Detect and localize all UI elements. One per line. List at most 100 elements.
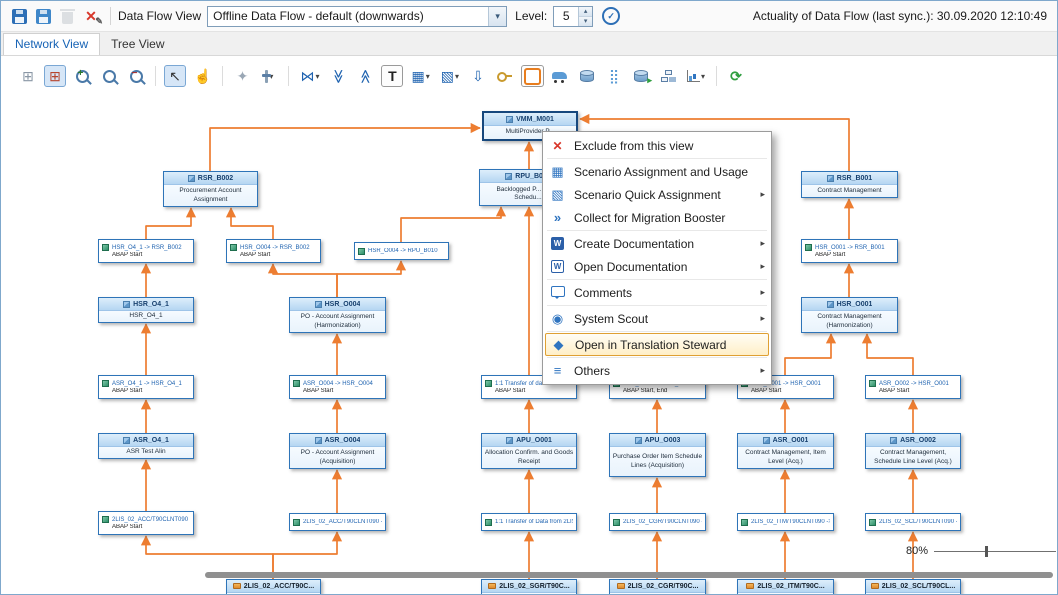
go-to-node-button[interactable]: ⋈▾: [297, 65, 322, 87]
flow-canvas[interactable]: VMM_M001MultiProvider P...RSR_B002Procur…: [1, 96, 1057, 595]
menu-item-label: System Scout: [574, 312, 754, 326]
menu-item-scenario-assignment[interactable]: ▦Scenario Assignment and Usage: [545, 160, 769, 183]
chart-edit-button[interactable]: ▾: [684, 65, 708, 87]
tab-network-view[interactable]: Network View: [3, 33, 100, 55]
node-ds-sgr[interactable]: 2LIS_02_SGR/T90C...: [481, 579, 577, 595]
node-tr-2lis-acc-2[interactable]: 2LIS_02_ACC/T90CLNT090 ->...: [289, 513, 386, 531]
node-tr-hsro004-rsrb002[interactable]: HSR_O004 -> RSR_B002ABAP Start: [226, 239, 321, 263]
auto-arrange-button[interactable]: ⊞: [44, 65, 66, 87]
display-options-button[interactable]: ▾: [258, 65, 280, 87]
spinner-down-icon[interactable]: ▾: [579, 17, 592, 26]
node-tr-hsro001-rsrb001[interactable]: HSR_O001 -> RSR_B001ABAP Start: [801, 239, 898, 263]
save-button[interactable]: [8, 5, 30, 27]
node-hsr-o004[interactable]: HSR_O004PO - Account Assignment (Harmoni…: [289, 297, 386, 333]
transformation-icon: [741, 519, 748, 526]
node-title: APU_O003: [610, 434, 705, 447]
delete-button[interactable]: [56, 5, 78, 27]
expand-all-icon: ≫: [330, 69, 347, 84]
node-title: APU_O001: [482, 434, 576, 447]
hierarchy-button[interactable]: [657, 65, 679, 87]
dropdown-arrow-icon[interactable]: ▾: [488, 7, 506, 26]
node-asr-o002[interactable]: ASR_O002Contract Management, Schedule Li…: [865, 433, 961, 469]
node-apu-o003[interactable]: APU_O003Purchase Order Item Schedule Lin…: [609, 433, 706, 477]
refresh-button[interactable]: ⟳: [725, 65, 747, 87]
actuality-label: Actuality of Data Flow (last sync.): 30.…: [753, 9, 1047, 23]
node-tr-2lis-scl[interactable]: 2LIS_02_SCL/T90CLNT090 ->...: [865, 513, 961, 531]
infoprovider-icon: [890, 437, 897, 444]
node-tr-hsro41-rsrb002[interactable]: HSR_O4_1 -> RSR_B002ABAP Start: [98, 239, 194, 263]
node-asr-o001[interactable]: ASR_O001Contract Management, Item Level …: [737, 433, 834, 469]
filter-view-button[interactable]: ▧▾: [438, 65, 462, 87]
horizontal-scrollbar[interactable]: [205, 572, 1053, 578]
datasource-refresh-button[interactable]: [630, 65, 652, 87]
save-all-button[interactable]: [32, 5, 54, 27]
menu-item-system-scout[interactable]: ◉System Scout▸: [545, 307, 769, 330]
node-description: Contract Management: [802, 185, 897, 197]
zoom-original-button[interactable]: [98, 65, 120, 87]
text-tool-button[interactable]: T: [381, 65, 403, 87]
menu-item-comments[interactable]: Comments▸: [545, 281, 769, 304]
menu-item-open-documentation[interactable]: WOpen Documentation▸: [545, 255, 769, 278]
menu-item-translation-steward[interactable]: ◆Open in Translation Steward: [545, 333, 769, 356]
node-ds-cgr[interactable]: 2LIS_02_CGR/T90C...: [609, 579, 706, 595]
node-hsr-o001[interactable]: HSR_O001Contract Management (Harmonizati…: [801, 297, 898, 333]
zoom-slider-thumb[interactable]: [985, 546, 988, 557]
transform-rule: HSR_O004 -> RSR_B002: [230, 244, 317, 251]
zoom-slider-track[interactable]: [934, 551, 1056, 552]
spinner-up-icon[interactable]: ▴: [579, 7, 592, 17]
node-tr-asro002[interactable]: ASR_O002 -> HSR_O001ABAP Start: [865, 375, 961, 399]
translation-steward-icon: ◆: [550, 338, 567, 351]
zoom-in-button[interactable]: [71, 65, 93, 87]
discard-changes-button[interactable]: ✕✎: [80, 5, 102, 27]
expand-all-button[interactable]: ≫: [327, 65, 349, 87]
node-rsr-b002[interactable]: RSR_B002Procurement Account Assignment: [163, 171, 258, 207]
transport-button[interactable]: [549, 65, 571, 87]
data-flow-select[interactable]: Offline Data Flow - default (downwards) …: [207, 6, 507, 27]
magic-wand-button[interactable]: ✦: [231, 65, 253, 87]
sort-descending-button[interactable]: ⇩: [467, 65, 489, 87]
node-description: Allocation Confirm. and Goods Receipt: [482, 447, 576, 468]
actuality-status-button[interactable]: ✓: [600, 5, 622, 27]
stacked-objects-button[interactable]: [576, 65, 598, 87]
node-tr-2lis-itm[interactable]: 2LIS_02_ITM/T90CLNT090 ->...: [737, 513, 834, 531]
menu-item-create-documentation[interactable]: WCreate Documentation▸: [545, 232, 769, 255]
node-tr-asro41-hsro41[interactable]: ASR_O4_1 -> HSR_O4_1ABAP Start: [98, 375, 194, 399]
node-rsr-b001[interactable]: RSR_B001Contract Management: [801, 171, 898, 198]
align-objects-button[interactable]: ⊞: [17, 65, 39, 87]
pan-tool-button[interactable]: ☝: [191, 65, 214, 87]
key-button[interactable]: [494, 65, 516, 87]
menu-item-exclude[interactable]: ✕Exclude from this view: [545, 134, 769, 157]
menu-item-migration-booster[interactable]: »Collect for Migration Booster: [545, 206, 769, 229]
zoom-control[interactable]: 80%: [906, 545, 1056, 557]
node-tr-2lis-cgr[interactable]: 2LIS_02_CGR/T90CLNT090 ->...: [609, 513, 706, 531]
menu-separator: [547, 357, 767, 358]
node-ds-scl[interactable]: 2LIS_02_SCL/T90CL...: [865, 579, 961, 595]
filter-view-icon: ▧: [441, 68, 454, 85]
node-tr-2lis-sgr[interactable]: 1:1 Transfer of Data from 2LIS...: [481, 513, 577, 531]
node-hsr-o4-1[interactable]: HSR_O4_1HSR_O4_1: [98, 297, 194, 323]
level-spinner[interactable]: 5 ▴▾: [553, 6, 593, 27]
menu-item-others[interactable]: ≡Others▸: [545, 359, 769, 382]
zoom-out-button[interactable]: [125, 65, 147, 87]
toolbar-separator: [222, 66, 223, 86]
node-asr-o4-1[interactable]: ASR_O4_1ASR Test Alin: [98, 433, 194, 459]
collapse-all-button[interactable]: ≪: [354, 65, 376, 87]
node-ds-itm[interactable]: 2LIS_02_ITM/T90C...: [737, 579, 834, 595]
node-tr-asro004-hsro004[interactable]: ASR_O004 -> HSR_O004ABAP Start: [289, 375, 386, 399]
node-apu-o001[interactable]: APU_O001Allocation Confirm. and Goods Re…: [481, 433, 577, 469]
frame-tool-icon: [524, 68, 541, 85]
grid-dots-button[interactable]: ⣿: [603, 65, 625, 87]
node-tr-2lis-acc-1[interactable]: 2LIS_02_ACC/T90CLNT090 ->...ABAP Start: [98, 511, 194, 535]
table-view-icon: ▦: [411, 68, 424, 85]
select-tool-button[interactable]: ↖: [164, 65, 186, 87]
node-ds-acc[interactable]: 2LIS_02_ACC/T90C...: [226, 579, 321, 595]
scenario-quick-assignment-icon: ▧: [549, 188, 566, 201]
node-asr-o004[interactable]: ASR_O004PO - Account Assignment (Acquisi…: [289, 433, 386, 469]
table-view-button[interactable]: ▦▾: [408, 65, 432, 87]
hierarchy-icon: [661, 70, 675, 82]
frame-tool-button[interactable]: [521, 65, 544, 87]
menu-item-scenario-quick-assignment[interactable]: ▧Scenario Quick Assignment▸: [545, 183, 769, 206]
transformation-icon: [869, 380, 876, 387]
node-tr-hsro004-rpub010[interactable]: HSR_O004 -> RPU_B010: [354, 242, 449, 260]
tab-tree-view[interactable]: Tree View: [100, 34, 175, 55]
